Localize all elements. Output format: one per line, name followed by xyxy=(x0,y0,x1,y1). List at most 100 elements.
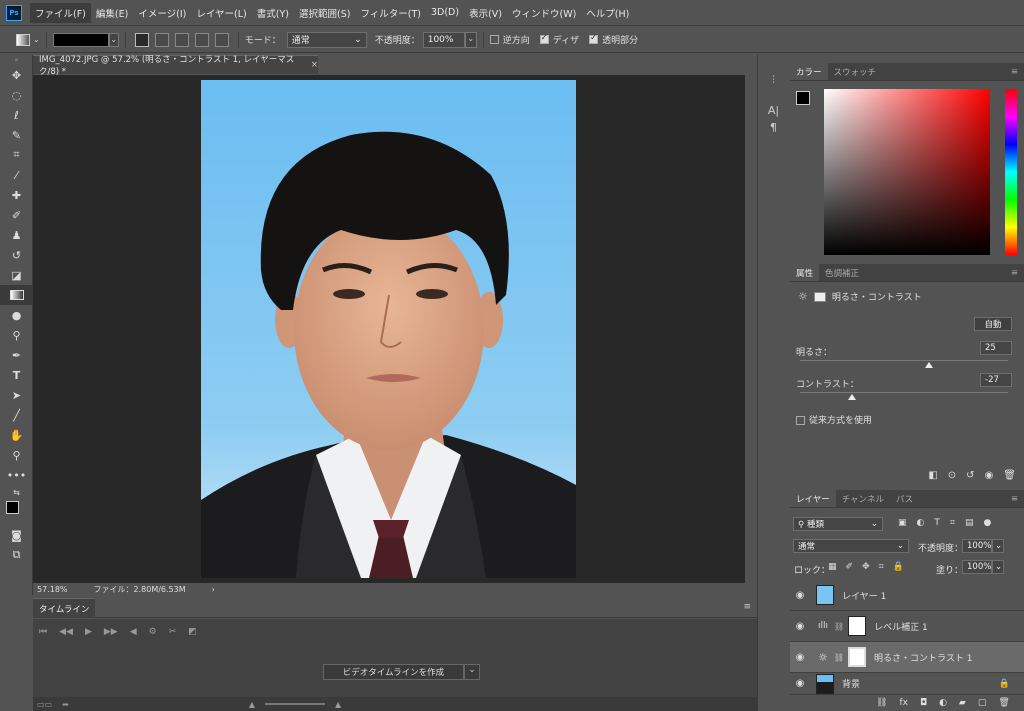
create-video-timeline-button[interactable]: ビデオタイムラインを作成 xyxy=(323,664,464,680)
lock-pixels-icon[interactable]: ✐ xyxy=(846,562,854,572)
new-group-icon[interactable]: ▰ xyxy=(959,698,966,708)
layer-row[interactable]: ◉ ıllı ⛓ レベル補正 1 xyxy=(790,611,1024,642)
stamp-tool-icon[interactable]: ♟ xyxy=(0,225,33,245)
reflected-gradient-icon[interactable] xyxy=(194,32,209,47)
menu-help[interactable]: ヘルプ(H) xyxy=(581,3,634,23)
layer-row[interactable]: ◉ ☼ ⛓ 明るさ・コントラスト 1 xyxy=(790,642,1024,673)
zoom-in-icon[interactable]: ▲ xyxy=(335,700,341,709)
menu-file[interactable]: ファイル(F) xyxy=(30,2,91,23)
dodge-tool-icon[interactable]: ⚲ xyxy=(0,325,33,345)
zoom-out-icon[interactable]: ▲ xyxy=(249,700,255,709)
link-icon[interactable]: ⛓ xyxy=(834,653,844,662)
menu-layer[interactable]: レイヤー(L) xyxy=(191,3,251,23)
tab-channels[interactable]: チャンネル xyxy=(836,490,890,507)
chevron-down-icon[interactable]: ⌄ xyxy=(464,664,480,680)
type-tool-icon[interactable]: T xyxy=(0,365,33,385)
angle-gradient-icon[interactable] xyxy=(174,32,189,47)
gradient-tool-icon[interactable] xyxy=(0,285,33,305)
chevron-down-icon[interactable]: ⌄ xyxy=(33,35,40,44)
opacity-dropdown[interactable]: ⌄ xyxy=(464,31,477,48)
layer-filter-select[interactable]: ⚲ 種類 ⌄ xyxy=(793,517,883,531)
tab-layers[interactable]: レイヤー xyxy=(790,490,836,507)
hand-tool-icon[interactable]: ✋ xyxy=(0,425,33,445)
menu-window[interactable]: ウィンドウ(W) xyxy=(507,3,581,23)
layer-opacity-field[interactable]: 100% xyxy=(962,539,992,553)
reverse-checkbox[interactable] xyxy=(489,35,499,44)
blur-tool-icon[interactable]: ● xyxy=(0,305,33,325)
status-arrow-icon[interactable]: › xyxy=(212,585,215,594)
screen-mode-icon[interactable]: ⧉ xyxy=(0,545,33,565)
mode-select[interactable]: 通常 ⌄ xyxy=(286,31,367,48)
path-select-icon[interactable]: ➤ xyxy=(0,385,33,405)
foreground-color[interactable] xyxy=(6,501,19,514)
settings-icon[interactable]: ⚙ xyxy=(149,627,157,637)
brightness-slider-track[interactable] xyxy=(800,360,1008,361)
color-swatches[interactable] xyxy=(0,499,33,525)
menu-view[interactable]: 表示(V) xyxy=(464,3,507,23)
zoom-level[interactable]: 57.18% xyxy=(37,585,68,594)
tab-paths[interactable]: パス xyxy=(890,490,919,507)
layer-mask-thumbnail[interactable] xyxy=(848,647,867,667)
visibility-eye-icon[interactable]: ◉ xyxy=(790,590,810,601)
trash-icon[interactable]: 🗑 xyxy=(1003,470,1016,481)
layer-name[interactable]: レイヤー 1 xyxy=(842,589,886,602)
brightness-input[interactable]: 25 xyxy=(980,341,1012,355)
clip-to-layer-icon[interactable]: ◧ xyxy=(928,470,937,481)
link-layers-icon[interactable]: ⛓ xyxy=(876,698,887,708)
trash-icon[interactable]: 🗑 xyxy=(998,698,1009,708)
healing-brush-icon[interactable]: ✚ xyxy=(0,185,33,205)
contrast-slider-track[interactable] xyxy=(800,392,1008,393)
pen-tool-icon[interactable]: ✒ xyxy=(0,345,33,365)
new-layer-icon[interactable]: ▢ xyxy=(978,698,987,708)
hue-slider[interactable] xyxy=(1005,89,1017,255)
eyedropper-tool-icon[interactable]: ⁄ xyxy=(0,165,33,185)
pixel-filter-icon[interactable]: ▣ xyxy=(898,518,907,528)
eraser-tool-icon[interactable]: ◪ xyxy=(0,265,33,285)
panel-menu-icon[interactable]: ≡ xyxy=(743,602,751,612)
layer-name[interactable]: 明るさ・コントラスト 1 xyxy=(874,651,972,664)
color-field[interactable] xyxy=(824,89,990,255)
zoom-slider[interactable] xyxy=(264,703,325,705)
layer-name[interactable]: 背景 xyxy=(842,677,860,690)
paragraph-icon[interactable]: ¶ xyxy=(758,121,789,134)
shape-filter-icon[interactable]: ⌗ xyxy=(950,518,955,528)
lasso-tool-icon[interactable]: ℓ xyxy=(0,105,33,125)
lock-position-icon[interactable]: ✥ xyxy=(862,562,870,572)
play-icon[interactable]: ▶ xyxy=(85,627,92,637)
layer-row[interactable]: ◉ レイヤー 1 xyxy=(790,580,1024,611)
quick-mask-icon[interactable]: ◙ xyxy=(0,525,33,545)
history-icon[interactable]: ⫶ xyxy=(758,75,789,86)
auto-button[interactable]: 自動 xyxy=(974,317,1012,331)
document-photo[interactable] xyxy=(201,80,576,578)
contrast-slider-knob[interactable] xyxy=(848,394,856,400)
next-frame-icon[interactable]: ▶▶ xyxy=(104,627,118,637)
history-brush-icon[interactable]: ↺ xyxy=(0,245,33,265)
layer-row[interactable]: ◉ 背景 🔒 xyxy=(790,673,1024,695)
contrast-input[interactable]: -27 xyxy=(980,373,1012,387)
character-icon[interactable]: A| xyxy=(758,104,789,117)
diamond-gradient-icon[interactable] xyxy=(214,32,229,47)
menu-image[interactable]: イメージ(I) xyxy=(133,3,191,23)
prev-frame-icon[interactable]: ◀◀ xyxy=(59,627,73,637)
brightness-slider-knob[interactable] xyxy=(924,362,933,368)
chevron-down-icon[interactable]: ⌄ xyxy=(992,539,1004,553)
quick-select-tool-icon[interactable]: ✎ xyxy=(0,125,33,145)
menu-filter[interactable]: フィルター(T) xyxy=(355,3,426,23)
document-tab[interactable]: IMG_4072.JPG @ 57.2% (明るさ・コントラスト 1, レイヤー… xyxy=(33,55,318,77)
split-icon[interactable]: ✂ xyxy=(169,627,177,637)
radial-gradient-icon[interactable] xyxy=(154,32,169,47)
lock-transparency-icon[interactable]: ▦ xyxy=(828,562,837,572)
panel-menu-icon[interactable]: ≡ xyxy=(1005,264,1024,281)
link-icon[interactable]: ⛓ xyxy=(834,622,844,631)
tab-color[interactable]: カラー xyxy=(790,63,828,80)
chevron-down-icon[interactable]: ⌄ xyxy=(992,560,1004,574)
menu-edit[interactable]: 編集(E) xyxy=(91,3,133,23)
close-tab-icon[interactable]: × xyxy=(311,60,318,70)
filter-toggle-icon[interactable]: ● xyxy=(983,518,991,528)
transition-icon[interactable]: ◩ xyxy=(188,627,197,637)
more-tools-icon[interactable]: ••• xyxy=(0,465,33,485)
marquee-tool-icon[interactable]: ◌ xyxy=(0,85,33,105)
visibility-eye-icon[interactable]: ◉ xyxy=(790,652,810,663)
gradient-tool-icon[interactable] xyxy=(16,33,30,46)
tab-adjustments[interactable]: 色調補正 xyxy=(819,264,865,281)
